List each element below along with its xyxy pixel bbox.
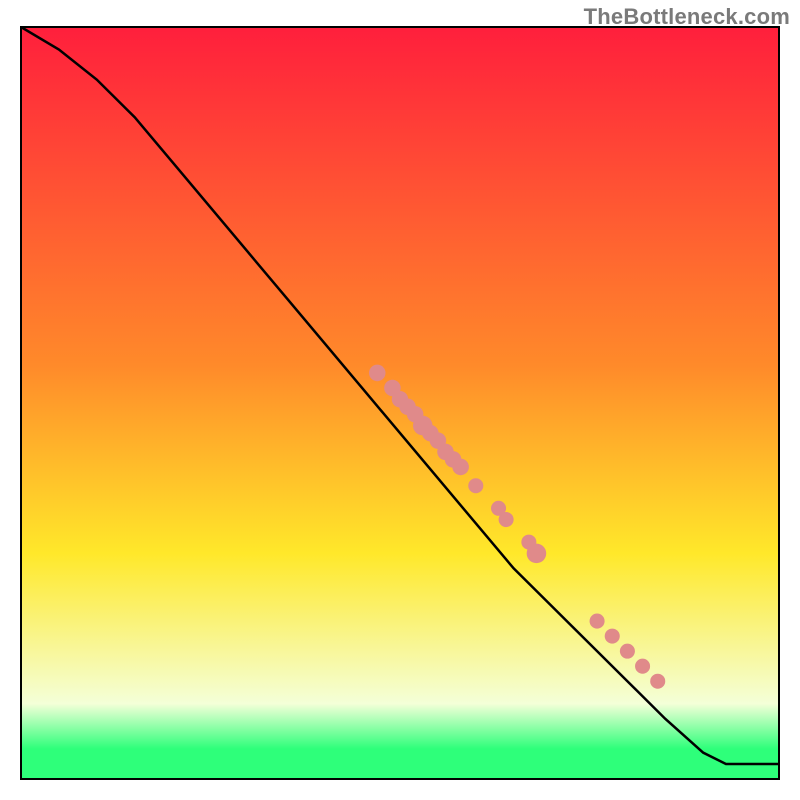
data-dot [650,674,665,689]
data-dot [369,365,386,382]
data-dot [620,644,635,659]
data-dot [527,544,547,564]
data-dot [452,459,469,476]
data-dot [499,512,514,527]
data-dot [605,629,620,644]
data-dot [590,614,605,629]
chart-stage: TheBottleneck.com [0,0,800,800]
line-chart [0,0,800,800]
data-dot [635,659,650,674]
data-dot [468,478,483,493]
